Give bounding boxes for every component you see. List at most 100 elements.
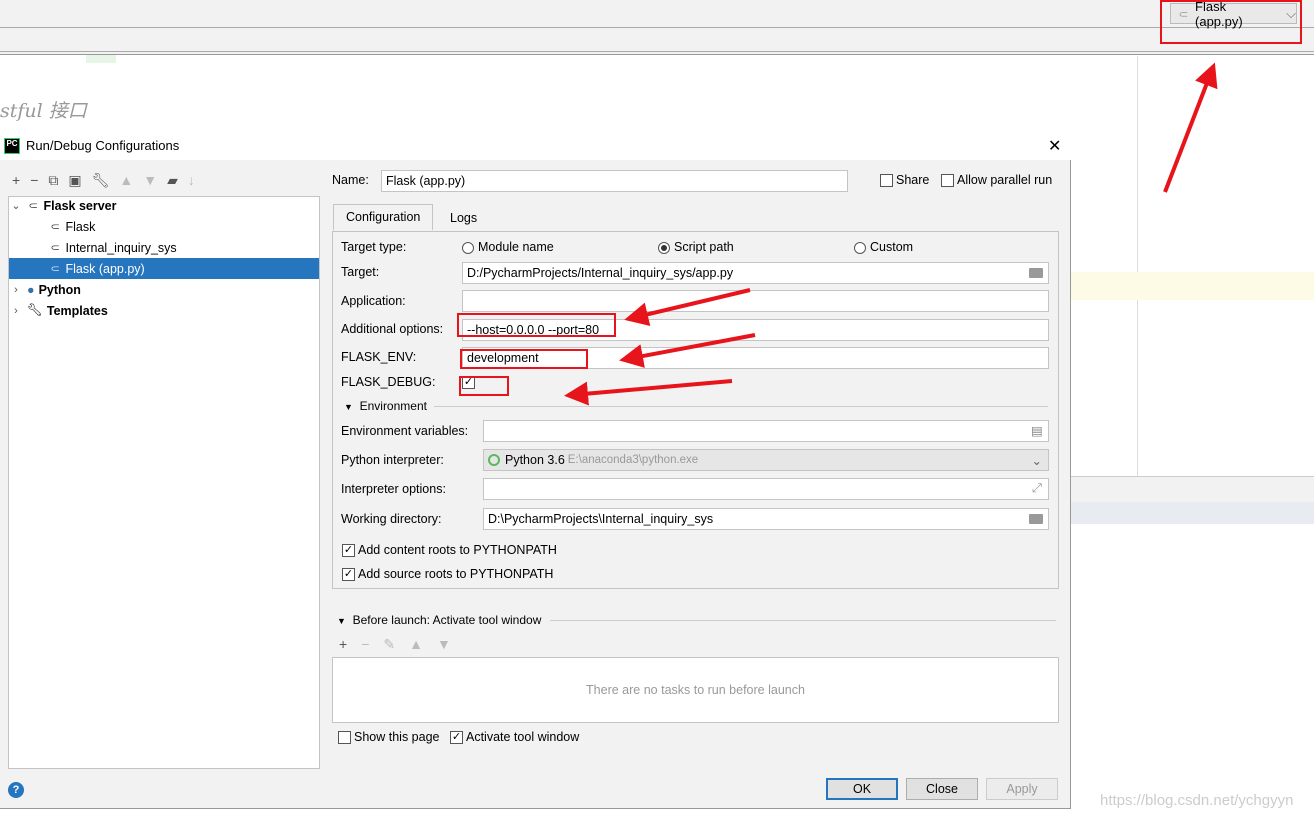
wrench-icon[interactable]: 🔧︎: [92, 172, 110, 189]
radio-circle: [658, 241, 670, 254]
expand-icon[interactable]: ⤢: [1032, 481, 1042, 496]
divider: [550, 620, 1056, 621]
tab-logs[interactable]: Logs: [438, 204, 489, 231]
additional-options-label: Additional options:: [341, 322, 444, 336]
before-launch-toolbar: + − ✎ ▲ ▼: [339, 636, 451, 653]
pycharm-logo-icon: PC: [4, 137, 20, 154]
tree-item-internal-inquiry-sys[interactable]: ⸦ Internal_inquiry_sys: [9, 237, 319, 258]
target-label: Target:: [341, 265, 380, 279]
remove-icon[interactable]: −: [30, 172, 38, 189]
radio-label: Module name: [478, 240, 554, 254]
target-input[interactable]: D:/PycharmProjects/Internal_inquiry_sys/…: [462, 262, 1049, 284]
interp-options-input[interactable]: [483, 478, 1049, 500]
chevron-down-icon: ▼: [337, 616, 346, 626]
interpreter-select[interactable]: Python 3.6 E:\anaconda3\python.exe ⌄: [483, 449, 1049, 471]
folder-icon[interactable]: [1029, 514, 1043, 524]
source-roots-label: Add source roots to PYTHONPATH: [358, 567, 554, 581]
tree-item-flask-app-py[interactable]: ⸦ Flask (app.py): [9, 258, 319, 279]
edit-icon[interactable]: ✎: [383, 636, 395, 653]
tree-item-flask[interactable]: ⸦ Flask: [9, 216, 319, 237]
environment-section-toggle[interactable]: ▼ Environment: [344, 399, 427, 413]
tree-item-label: Flask server: [43, 198, 117, 213]
name-input[interactable]: Flask (app.py): [381, 170, 848, 192]
show-page-checkbox[interactable]: Show this page: [338, 730, 440, 745]
workdir-input[interactable]: D:\PycharmProjects\Internal_inquiry_sys: [483, 508, 1049, 530]
move-down-icon[interactable]: ▼: [143, 172, 157, 189]
show-page-label: Show this page: [354, 730, 440, 744]
folder-icon[interactable]: [1029, 268, 1043, 278]
empty-list-text: There are no tasks to run before launch: [586, 683, 805, 697]
current-line-highlight: [1071, 272, 1314, 300]
share-checkbox[interactable]: Share: [880, 173, 929, 188]
content-roots-checkbox[interactable]: ✓ Add content roots to PYTHONPATH: [342, 543, 557, 558]
flask-env-label: FLASK_ENV:: [341, 350, 417, 364]
remove-icon[interactable]: −: [361, 636, 369, 653]
divider: [0, 51, 1314, 52]
close-icon[interactable]: ✕: [1048, 136, 1061, 156]
add-icon[interactable]: +: [339, 636, 347, 653]
apply-button[interactable]: Apply: [986, 778, 1058, 800]
flask-icon: ⸦: [49, 241, 62, 255]
radio-script-path[interactable]: Script path: [658, 240, 734, 254]
flask-debug-label: FLASK_DEBUG:: [341, 375, 436, 389]
save-icon[interactable]: ▣: [68, 172, 81, 189]
add-icon[interactable]: +: [12, 172, 20, 189]
sort-icon[interactable]: ↓: [188, 172, 195, 189]
list-icon[interactable]: ▤: [1031, 423, 1043, 438]
annotation-box: [1160, 0, 1302, 44]
parallel-label: Allow parallel run: [957, 173, 1053, 187]
code-highlight: [86, 55, 116, 63]
before-launch-toggle[interactable]: ▼ Before launch: Activate tool window: [337, 613, 541, 627]
flask-icon: ⸦: [49, 262, 62, 276]
radio-circle: [462, 241, 474, 254]
chevron-down-icon[interactable]: ⌄: [9, 199, 23, 212]
tree-item-label: Internal_inquiry_sys: [65, 240, 177, 255]
before-launch-title: Before launch: Activate tool window: [352, 613, 542, 627]
move-up-icon[interactable]: ▲: [409, 636, 423, 653]
code-comment: stful 接口: [0, 100, 87, 122]
interp-options-label: Interpreter options:: [341, 482, 446, 496]
tab-configuration[interactable]: Configuration: [333, 204, 434, 231]
chevron-right-icon[interactable]: ›: [9, 284, 23, 296]
tree-item-label: Flask (app.py): [65, 261, 145, 276]
check-icon: ✓: [342, 544, 355, 558]
close-button[interactable]: Close: [906, 778, 978, 800]
python-icon: ●: [27, 282, 35, 297]
chevron-down-icon: ⌄: [1031, 453, 1042, 468]
help-icon[interactable]: ?: [8, 782, 24, 798]
move-up-icon[interactable]: ▲: [119, 172, 133, 189]
tree-item-flask-server[interactable]: ⌄ ⸦ Flask server: [9, 195, 319, 216]
configuration-panel: [332, 231, 1059, 589]
radio-custom[interactable]: Custom: [854, 240, 913, 254]
annotation-box: [459, 376, 509, 396]
tree-item-templates[interactable]: › 🔧︎ Templates: [9, 300, 319, 321]
tree-item-label: Flask: [65, 219, 96, 234]
interpreter-label: Python interpreter:: [341, 453, 444, 467]
env-vars-input[interactable]: [483, 420, 1049, 442]
env-vars-label: Environment variables:: [341, 424, 469, 438]
config-tree: ⌄ ⸦ Flask server ⸦ Flask ⸦ Internal_inqu…: [8, 196, 320, 769]
source-roots-checkbox[interactable]: ✓ Add source roots to PYTHONPATH: [342, 567, 554, 582]
copy-icon[interactable]: ⧉: [48, 172, 58, 189]
ok-button[interactable]: OK: [826, 778, 898, 800]
new-folder-icon[interactable]: ▰: [167, 172, 178, 189]
wrench-icon: 🔧︎: [27, 303, 43, 317]
parallel-run-checkbox[interactable]: Allow parallel run: [941, 173, 1053, 188]
flask-icon: ⸦: [49, 220, 62, 234]
tree-item-python[interactable]: › ● Python: [9, 279, 319, 300]
radio-label: Custom: [870, 240, 914, 254]
radio-circle: [854, 241, 866, 254]
target-type-label: Target type:: [341, 240, 407, 254]
chevron-right-icon[interactable]: ›: [9, 305, 23, 317]
workdir-label: Working directory:: [341, 512, 442, 526]
move-down-icon[interactable]: ▼: [437, 636, 451, 653]
workdir-value: D:\PycharmProjects\Internal_inquiry_sys: [488, 512, 714, 526]
target-value: D:/PycharmProjects/Internal_inquiry_sys/…: [467, 266, 734, 280]
before-launch-list: There are no tasks to run before launch: [332, 657, 1059, 723]
activate-tool-window-checkbox[interactable]: ✓ Activate tool window: [450, 730, 580, 745]
application-input[interactable]: [462, 290, 1049, 312]
activate-label: Activate tool window: [466, 730, 580, 744]
check-icon: ✓: [342, 568, 355, 582]
interpreter-name: Python 3.6: [505, 453, 565, 467]
radio-module-name[interactable]: Module name: [462, 240, 554, 254]
